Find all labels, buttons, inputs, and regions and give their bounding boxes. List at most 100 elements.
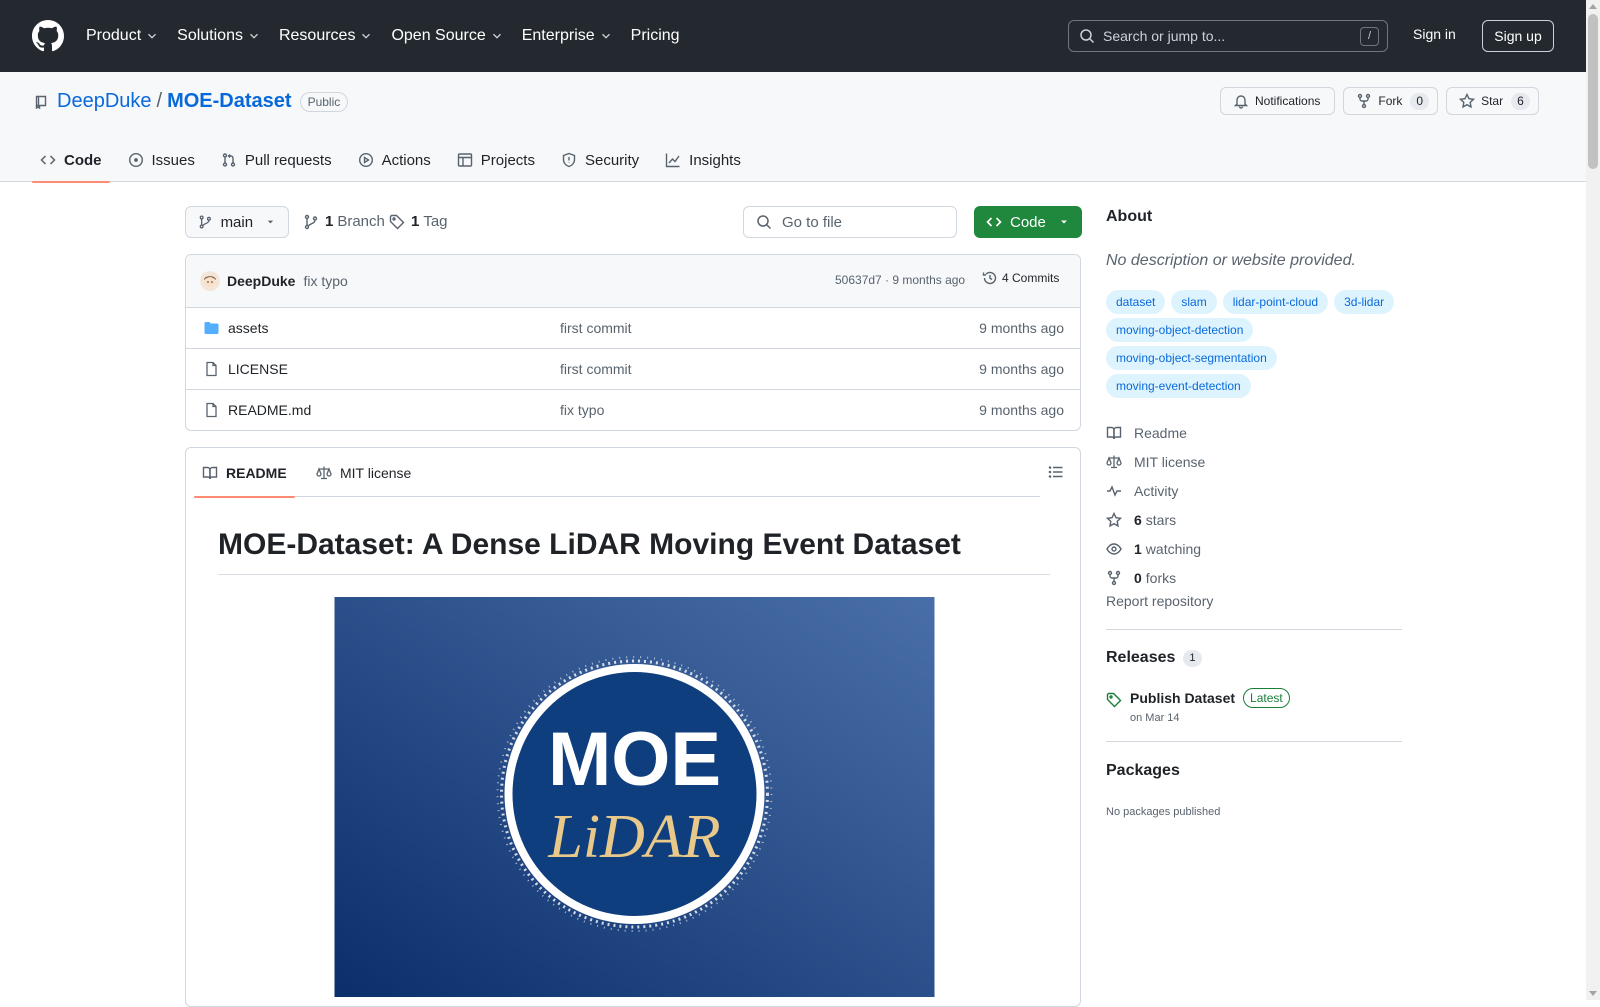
- repo-name-link[interactable]: MOE-Dataset: [167, 90, 291, 113]
- nav-pricing[interactable]: Pricing: [631, 27, 680, 45]
- tab-security[interactable]: Security: [553, 138, 647, 182]
- file-row[interactable]: assets first commit 9 months ago: [186, 308, 1080, 349]
- activity-link[interactable]: Activity: [1106, 476, 1205, 505]
- fork-label: Fork: [1378, 94, 1403, 108]
- file-icon: [206, 361, 217, 377]
- nav-resources[interactable]: Resources: [279, 27, 373, 45]
- activity-link-label: Activity: [1134, 482, 1179, 499]
- tag-count-label: Tag: [423, 213, 448, 230]
- tag-count: 1: [411, 213, 420, 230]
- commit-message-link[interactable]: fix typo: [303, 273, 347, 289]
- folder-icon: [204, 322, 219, 334]
- topic-tag[interactable]: dataset: [1106, 290, 1166, 314]
- license-link-label: MIT license: [1134, 453, 1206, 470]
- table-icon: [457, 153, 472, 167]
- sign-up-button[interactable]: Sign up: [1482, 20, 1554, 52]
- file-name-link[interactable]: LICENSE: [228, 361, 288, 377]
- commit-author-link[interactable]: DeepDuke: [227, 273, 295, 289]
- global-header: Product Solutions Resources Open Source …: [0, 0, 1586, 72]
- pull-request-icon: [222, 153, 236, 167]
- go-to-file-placeholder: Go to file: [782, 213, 843, 231]
- repo-owner-link[interactable]: DeepDuke: [57, 90, 152, 113]
- packages-heading[interactable]: Packages: [1106, 762, 1180, 780]
- notifications-button[interactable]: Notifications: [1220, 87, 1336, 115]
- tab-projects[interactable]: Projects: [449, 138, 543, 182]
- topic-tag[interactable]: moving-event-detection: [1106, 374, 1251, 398]
- branch-count-label: Branch: [337, 213, 385, 230]
- go-to-file-input[interactable]: Go to file: [743, 206, 957, 238]
- latest-release[interactable]: Publish Dataset Latest on Mar 14: [1106, 688, 1290, 724]
- file-row[interactable]: LICENSE first commit 9 months ago: [186, 349, 1080, 390]
- tags-link[interactable]: 1 Tag: [389, 213, 448, 230]
- nav-product[interactable]: Product: [86, 27, 159, 45]
- pulse-icon: [1107, 484, 1121, 497]
- file-icon: [206, 402, 217, 418]
- releases-heading[interactable]: Releases: [1106, 649, 1175, 667]
- tab-actions[interactable]: Actions: [350, 138, 439, 182]
- file-commit-message[interactable]: fix typo: [560, 402, 604, 418]
- code-dropdown-button[interactable]: Code: [974, 206, 1082, 238]
- readme-link[interactable]: Readme: [1106, 418, 1205, 447]
- fork-button[interactable]: Fork 0: [1343, 87, 1439, 115]
- avatar[interactable]: [200, 271, 220, 291]
- tab-pull-requests[interactable]: Pull requests: [213, 138, 340, 182]
- nav-open-source[interactable]: Open Source: [391, 27, 503, 45]
- license-tab[interactable]: MIT license: [308, 448, 419, 497]
- file-row[interactable]: README.md fix typo 9 months ago: [186, 390, 1080, 430]
- file-name-link[interactable]: README.md: [228, 402, 311, 418]
- star-icon: [1459, 93, 1476, 109]
- license-link[interactable]: MIT license: [1106, 447, 1205, 476]
- scrollbar-thumb[interactable]: [1588, 14, 1598, 169]
- branches-link[interactable]: 1 Branch: [303, 213, 385, 230]
- tab-insights[interactable]: Insights: [657, 138, 749, 182]
- file-commit-date: 9 months ago: [979, 361, 1064, 377]
- report-repository-link[interactable]: Report repository: [1106, 593, 1213, 609]
- topic-tag[interactable]: lidar-point-cloud: [1222, 290, 1329, 314]
- global-search-input[interactable]: Search or jump to... /: [1068, 20, 1388, 52]
- scroll-up-arrow-icon[interactable]: [1589, 4, 1597, 9]
- topic-tag[interactable]: slam: [1171, 290, 1217, 314]
- tab-code[interactable]: Code: [32, 138, 110, 183]
- about-heading: About: [1106, 208, 1153, 225]
- tab-security-label: Security: [584, 151, 640, 169]
- github-logo-icon[interactable]: [32, 20, 64, 52]
- stars-link[interactable]: 6 stars: [1106, 505, 1205, 534]
- nav-enterprise[interactable]: Enterprise: [522, 27, 613, 45]
- tab-issues[interactable]: Issues: [120, 138, 203, 182]
- topic-tag[interactable]: moving-object-segmentation: [1106, 346, 1277, 370]
- commit-hash-time[interactable]: 50637d7 · 9 months ago: [835, 273, 965, 287]
- file-name-link[interactable]: assets: [228, 320, 268, 336]
- repo-header: DeepDuke / MOE-Dataset Public Notificati…: [0, 72, 1586, 183]
- readme-tab-label: README: [226, 464, 287, 481]
- scroll-down-arrow-icon[interactable]: [1589, 991, 1597, 996]
- code-icon: [986, 217, 1002, 227]
- page-scrollbar[interactable]: [1586, 0, 1600, 1000]
- release-title-link[interactable]: Publish Dataset: [1130, 690, 1235, 706]
- nav-solutions[interactable]: Solutions: [177, 27, 261, 45]
- topic-tag[interactable]: 3d-lidar: [1334, 290, 1395, 314]
- file-commit-message[interactable]: first commit: [560, 361, 632, 377]
- watchers-count: 1: [1134, 540, 1142, 557]
- readme-tab[interactable]: README: [194, 448, 295, 498]
- forks-link[interactable]: 0 forks: [1106, 563, 1205, 592]
- star-button[interactable]: Star 6: [1446, 87, 1539, 115]
- code-icon: [40, 155, 56, 165]
- tab-projects-label: Projects: [480, 151, 535, 169]
- topic-tag[interactable]: moving-object-detection: [1106, 318, 1254, 342]
- readme-link-label: Readme: [1134, 424, 1187, 441]
- commit-history-link[interactable]: 4 Commits: [982, 270, 1059, 286]
- forks-label: forks: [1145, 569, 1177, 586]
- law-icon: [1106, 455, 1122, 468]
- sidebar-divider: [1106, 629, 1402, 630]
- issue-icon: [128, 152, 143, 168]
- shield-icon: [562, 152, 576, 168]
- file-commit-message[interactable]: first commit: [560, 320, 632, 336]
- chevron-down-icon: [492, 33, 501, 39]
- watchers-link[interactable]: 1 watching: [1106, 534, 1205, 563]
- list-unordered-icon[interactable]: [1048, 464, 1064, 480]
- sign-in-link[interactable]: Sign in: [1413, 26, 1456, 42]
- branch-select-button[interactable]: main: [185, 206, 289, 238]
- star-label: Star: [1481, 94, 1504, 108]
- caret-down-icon: [1060, 220, 1067, 224]
- readme-tabs: README MIT license: [194, 448, 1040, 498]
